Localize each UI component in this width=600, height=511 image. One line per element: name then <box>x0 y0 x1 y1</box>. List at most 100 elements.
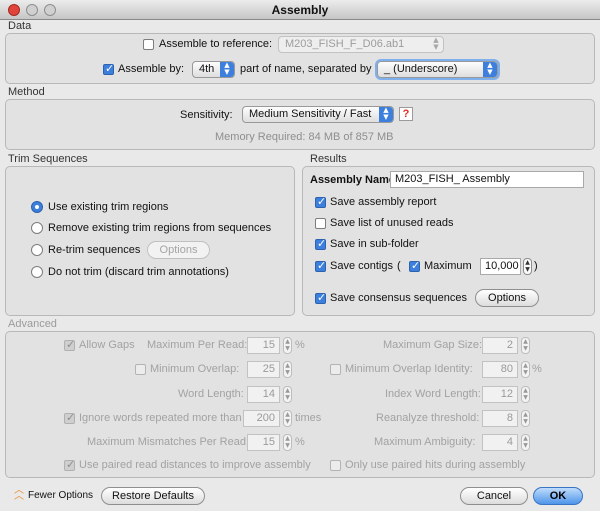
max-per-read-stepper[interactable]: ▲ ▼ <box>283 337 292 354</box>
save-subfolder-label: Save in sub-folder <box>330 238 419 250</box>
results-options-button[interactable]: Options <box>475 289 539 307</box>
word-length-label: Word Length: <box>178 388 244 400</box>
double-chevron-up-icon[interactable]: ︿ ︿ <box>14 486 24 502</box>
max-mismatches-label: Maximum Mismatches Per Read: <box>87 436 249 448</box>
max-mismatches-stepper[interactable]: ▲ ▼ <box>283 434 292 451</box>
title-bar: Assembly <box>0 0 600 20</box>
trim-option-remove-radio[interactable] <box>31 222 43 234</box>
reanalyze-threshold-label: Reanalyze threshold: <box>376 412 480 424</box>
window-title: Assembly <box>271 3 329 17</box>
sensitivity-value: Medium Sensitivity / Fast <box>249 108 372 120</box>
trim-section-label: Trim Sequences <box>8 153 88 165</box>
index-word-length-input[interactable]: 12 <box>482 386 518 403</box>
max-mismatches-unit: % <box>295 436 305 448</box>
maximum-contigs-checkbox[interactable] <box>409 259 420 272</box>
name-part-popup[interactable]: 4th ▲ ▼ <box>192 61 235 78</box>
save-unused-reads-checkbox[interactable] <box>315 218 326 229</box>
index-word-length-label: Index Word Length: <box>385 388 481 400</box>
save-assembly-report-checkbox[interactable] <box>315 195 326 208</box>
allow-gaps-label: Allow Gaps <box>79 339 135 351</box>
ignore-words-label: Ignore words repeated more than <box>79 412 242 424</box>
paired-distances-label: Use paired read distances to improve ass… <box>79 459 311 471</box>
word-length-stepper[interactable]: ▲ ▼ <box>283 386 292 403</box>
save-unused-reads-label: Save list of unused reads <box>330 217 454 229</box>
separator-popup[interactable]: _ (Underscore) ▲ ▼ <box>377 61 498 78</box>
index-word-length-stepper[interactable]: ▲ ▼ <box>521 386 530 403</box>
results-section-label: Results <box>310 153 347 165</box>
trim-option-none-label: Do not trim (discard trim annotations) <box>48 266 229 278</box>
help-icon[interactable]: ? <box>399 107 413 121</box>
paired-hits-label: Only use paired hits during assembly <box>345 459 526 471</box>
trim-option-retrim-radio[interactable] <box>31 244 43 256</box>
max-ambiguity-label: Maximum Ambiguity: <box>374 436 476 448</box>
trim-option-retrim-label: Re-trim sequences <box>48 244 141 256</box>
trim-options-button[interactable]: Options <box>147 241 210 259</box>
paired-hits-checkbox[interactable] <box>330 460 341 471</box>
advanced-section-label: Advanced <box>8 318 57 330</box>
min-overlap-identity-input[interactable]: 80 <box>482 361 518 378</box>
max-gap-size-stepper[interactable]: ▲ ▼ <box>521 337 530 354</box>
max-ambiguity-input[interactable]: 4 <box>482 434 518 451</box>
restore-defaults-button[interactable]: Restore Defaults <box>101 487 205 505</box>
max-gap-size-label: Maximum Gap Size: <box>383 339 483 351</box>
paren-open: ( <box>397 260 401 272</box>
max-per-read-label: Maximum Per Read: <box>147 339 248 351</box>
separator-prefix-label: part of name, separated by <box>240 63 372 75</box>
trim-option-none-radio[interactable] <box>31 266 43 278</box>
separator-value: _ (Underscore) <box>384 63 458 75</box>
max-gap-size-input[interactable]: 2 <box>482 337 518 354</box>
maximum-contigs-input[interactable]: 10,000 <box>480 258 521 275</box>
save-assembly-report-label: Save assembly report <box>330 196 437 208</box>
ignore-words-stepper[interactable]: ▲ ▼ <box>283 410 292 427</box>
popup-arrows-icon: ▲ ▼ <box>379 107 393 122</box>
sensitivity-popup[interactable]: Medium Sensitivity / Fast ▲ ▼ <box>242 106 394 123</box>
word-length-input[interactable]: 14 <box>247 386 280 403</box>
assemble-by-label: Assemble by: <box>118 63 185 75</box>
paired-distances-checkbox[interactable] <box>64 458 75 471</box>
trim-option-existing-label: Use existing trim regions <box>48 201 169 213</box>
min-overlap-identity-unit: % <box>532 363 542 375</box>
save-contigs-checkbox[interactable] <box>315 259 326 272</box>
reference-popup[interactable]: M203_FISH_F_D06.ab1 ▲ ▼ <box>278 36 444 53</box>
min-overlap-identity-label: Minimum Overlap Identity: <box>345 363 473 375</box>
min-overlap-checkbox[interactable] <box>135 364 146 375</box>
assembly-name-input[interactable]: M203_FISH_ Assembly <box>390 171 584 188</box>
trim-option-existing-radio[interactable] <box>31 201 43 213</box>
paren-close: ) <box>534 260 538 272</box>
data-section-label: Data <box>8 20 32 32</box>
popup-arrows-icon: ▲ ▼ <box>433 36 439 51</box>
maximum-contigs-label: Maximum <box>424 260 472 272</box>
min-overlap-identity-stepper[interactable]: ▲ ▼ <box>521 361 530 378</box>
save-consensus-label: Save consensus sequences <box>330 292 467 304</box>
fewer-options-link[interactable]: Fewer Options <box>28 490 93 501</box>
sensitivity-label: Sensitivity: <box>180 109 233 121</box>
ok-button[interactable]: OK <box>533 487 583 505</box>
save-contigs-label: Save contigs <box>330 260 393 272</box>
max-mismatches-input[interactable]: 15 <box>247 434 280 451</box>
assemble-by-checkbox[interactable] <box>103 62 114 75</box>
allow-gaps-checkbox[interactable] <box>64 338 75 351</box>
ignore-words-checkbox[interactable] <box>64 411 75 424</box>
min-overlap-identity-checkbox[interactable] <box>330 364 341 375</box>
memory-required-text: Memory Required: 84 MB of 857 MB <box>215 131 394 143</box>
name-part-value: 4th <box>199 63 215 75</box>
reanalyze-threshold-input[interactable]: 8 <box>482 410 518 427</box>
trim-group <box>5 166 295 316</box>
cancel-button[interactable]: Cancel <box>460 487 528 505</box>
maximum-contigs-stepper[interactable]: ▲ ▼ <box>523 258 532 275</box>
max-ambiguity-stepper[interactable]: ▲ ▼ <box>521 434 530 451</box>
reanalyze-threshold-stepper[interactable]: ▲ ▼ <box>521 410 530 427</box>
assembly-name-label: Assembly Name <box>310 174 395 186</box>
popup-arrows-icon: ▲ ▼ <box>483 62 497 77</box>
min-overlap-input[interactable]: 25 <box>247 361 280 378</box>
assemble-to-reference-label: Assemble to reference: <box>159 38 273 50</box>
method-section-label: Method <box>8 86 45 98</box>
trim-option-remove-label: Remove existing trim regions from sequen… <box>48 222 272 234</box>
min-overlap-stepper[interactable]: ▲ ▼ <box>283 361 292 378</box>
ignore-words-input[interactable]: 200 <box>243 410 280 427</box>
save-consensus-checkbox[interactable] <box>315 291 326 304</box>
assemble-to-reference-checkbox[interactable] <box>143 39 154 50</box>
max-per-read-input[interactable]: 15 <box>247 337 280 354</box>
save-subfolder-checkbox[interactable] <box>315 237 326 250</box>
min-overlap-label: Minimum Overlap: <box>150 363 240 375</box>
